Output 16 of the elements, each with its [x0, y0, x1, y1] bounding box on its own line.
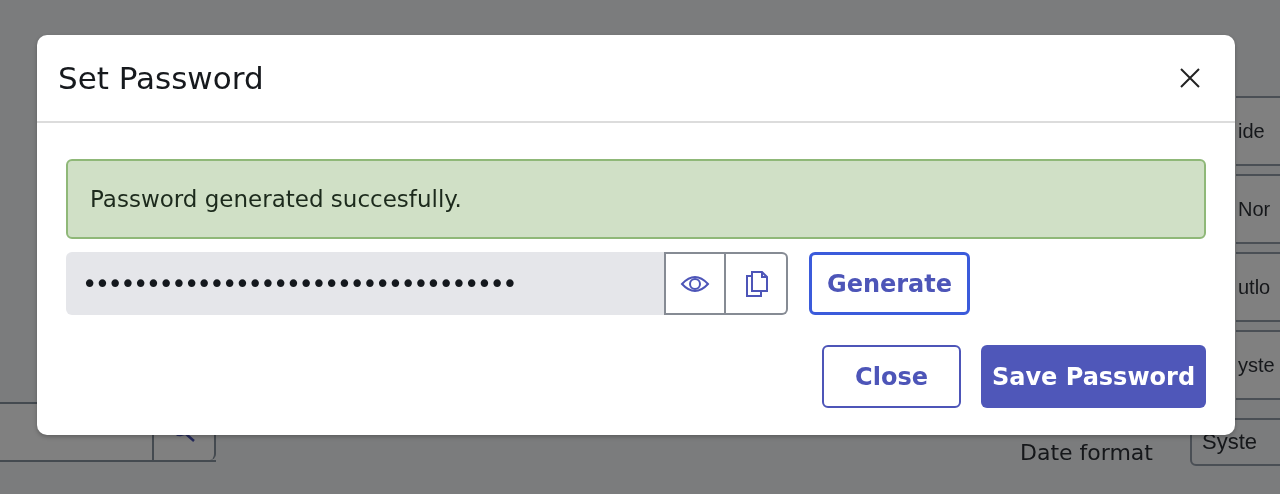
success-alert: Password generated succesfully. [66, 159, 1206, 239]
close-button[interactable]: Close [822, 345, 961, 408]
copy-icon [743, 269, 769, 298]
select-field[interactable]: utlo [1236, 252, 1280, 322]
copy-button[interactable] [726, 252, 788, 315]
password-field[interactable]: •••••••••••••••••••••••••••••••••• [66, 252, 664, 315]
eye-icon [680, 273, 710, 294]
select-field[interactable]: yste [1236, 330, 1280, 400]
select-field[interactable]: ide [1236, 96, 1280, 166]
field-label: Date format [1020, 440, 1153, 465]
show-password-button[interactable] [664, 252, 726, 315]
close-icon [1179, 67, 1201, 89]
dialog-title: Set Password [58, 60, 264, 96]
generate-button[interactable]: Generate [809, 252, 970, 315]
select-field[interactable]: Nor [1236, 174, 1280, 244]
save-password-button[interactable]: Save Password [981, 345, 1206, 408]
